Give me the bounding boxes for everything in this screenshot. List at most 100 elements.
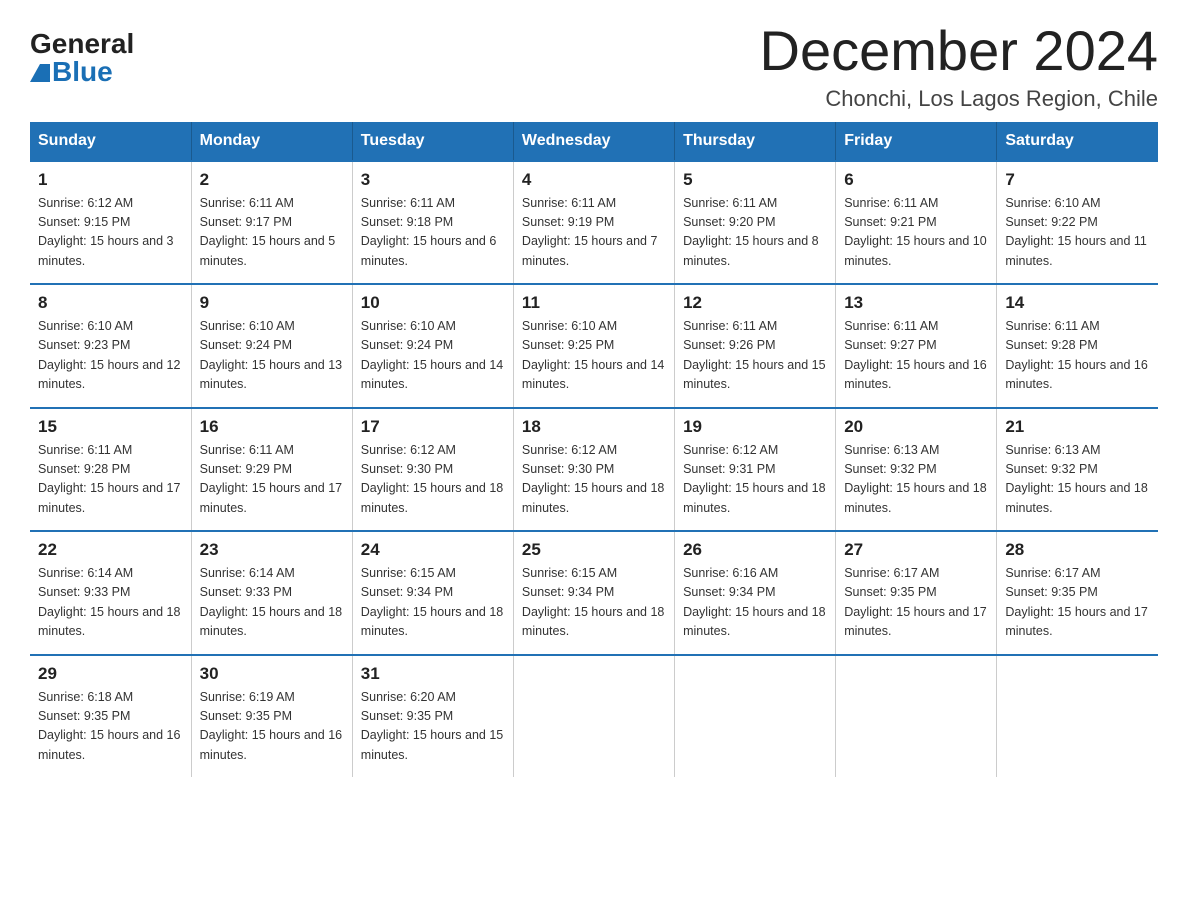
day-info: Sunrise: 6:11 AMSunset: 9:21 PMDaylight:… — [844, 194, 988, 272]
day-cell: 7Sunrise: 6:10 AMSunset: 9:22 PMDaylight… — [997, 161, 1158, 285]
day-info: Sunrise: 6:10 AMSunset: 9:24 PMDaylight:… — [200, 317, 344, 395]
day-cell: 5Sunrise: 6:11 AMSunset: 9:20 PMDaylight… — [675, 161, 836, 285]
day-cell: 20 Sunrise: 6:13 AMSunset: 9:32 PMDayligh… — [836, 408, 997, 532]
day-cell: 3Sunrise: 6:11 AMSunset: 9:18 PMDaylight… — [352, 161, 513, 285]
page-title: December 2024 — [760, 20, 1158, 82]
header-cell-saturday: Saturday — [997, 122, 1158, 161]
day-info: Sunrise: 6:15 AMSunset: 9:34 PMDaylight:… — [361, 564, 505, 642]
logo-triangle-icon — [30, 64, 50, 82]
day-number: 16 — [200, 417, 344, 437]
header-cell-tuesday: Tuesday — [352, 122, 513, 161]
day-cell: 21 Sunrise: 6:13 AMSunset: 9:32 PMDayligh… — [997, 408, 1158, 532]
calendar-table: SundayMondayTuesdayWednesdayThursdayFrid… — [30, 122, 1158, 778]
day-info: Sunrise: 6:20 AMSunset: 9:35 PMDaylight:… — [361, 688, 505, 766]
day-info: Sunrise: 6:13 AMSunset: 9:32 PMDaylight:… — [844, 441, 988, 519]
day-cell: 4Sunrise: 6:11 AMSunset: 9:19 PMDaylight… — [513, 161, 674, 285]
day-number: 7 — [1005, 170, 1150, 190]
header-cell-thursday: Thursday — [675, 122, 836, 161]
day-number: 29 — [38, 664, 183, 684]
day-cell: 2 Sunrise: 6:11 AMSunset: 9:17 PMDaylight… — [191, 161, 352, 285]
week-row-4: 22 Sunrise: 6:14 AMSunset: 9:33 PMDayligh… — [30, 531, 1158, 655]
title-area: December 2024 Chonchi, Los Lagos Region,… — [760, 20, 1158, 112]
day-number: 25 — [522, 540, 666, 560]
day-cell: 17Sunrise: 6:12 AMSunset: 9:30 PMDayligh… — [352, 408, 513, 532]
week-row-3: 15 Sunrise: 6:11 AMSunset: 9:28 PMDayligh… — [30, 408, 1158, 532]
day-number: 19 — [683, 417, 827, 437]
day-info: Sunrise: 6:10 AMSunset: 9:23 PMDaylight:… — [38, 317, 183, 395]
day-number: 22 — [38, 540, 183, 560]
header-cell-monday: Monday — [191, 122, 352, 161]
page-subtitle: Chonchi, Los Lagos Region, Chile — [760, 86, 1158, 112]
day-info: Sunrise: 6:10 AMSunset: 9:25 PMDaylight:… — [522, 317, 666, 395]
day-cell: 19 Sunrise: 6:12 AMSunset: 9:31 PMDayligh… — [675, 408, 836, 532]
header-cell-sunday: Sunday — [30, 122, 191, 161]
day-number: 2 — [200, 170, 344, 190]
day-number: 30 — [200, 664, 344, 684]
header: General Blue December 2024 Chonchi, Los … — [30, 20, 1158, 112]
day-number: 1 — [38, 170, 183, 190]
day-info: Sunrise: 6:15 AMSunset: 9:34 PMDaylight:… — [522, 564, 666, 642]
day-info: Sunrise: 6:11 AMSunset: 9:28 PMDaylight:… — [1005, 317, 1150, 395]
day-cell — [997, 655, 1158, 778]
day-cell: 8 Sunrise: 6:10 AMSunset: 9:23 PMDaylight… — [30, 284, 191, 408]
day-cell: 13 Sunrise: 6:11 AMSunset: 9:27 PMDayligh… — [836, 284, 997, 408]
day-number: 9 — [200, 293, 344, 313]
day-info: Sunrise: 6:11 AMSunset: 9:17 PMDaylight:… — [200, 194, 344, 272]
day-info: Sunrise: 6:12 AMSunset: 9:30 PMDaylight:… — [522, 441, 666, 519]
day-number: 18 — [522, 417, 666, 437]
day-number: 24 — [361, 540, 505, 560]
day-info: Sunrise: 6:12 AMSunset: 9:15 PMDaylight:… — [38, 194, 183, 272]
day-info: Sunrise: 6:11 AMSunset: 9:18 PMDaylight:… — [361, 194, 505, 272]
day-info: Sunrise: 6:17 AMSunset: 9:35 PMDaylight:… — [1005, 564, 1150, 642]
day-cell: 12 Sunrise: 6:11 AMSunset: 9:26 PMDayligh… — [675, 284, 836, 408]
day-info: Sunrise: 6:17 AMSunset: 9:35 PMDaylight:… — [844, 564, 988, 642]
day-number: 12 — [683, 293, 827, 313]
day-cell: 9 Sunrise: 6:10 AMSunset: 9:24 PMDaylight… — [191, 284, 352, 408]
day-number: 28 — [1005, 540, 1150, 560]
day-info: Sunrise: 6:19 AMSunset: 9:35 PMDaylight:… — [200, 688, 344, 766]
day-cell: 24 Sunrise: 6:15 AMSunset: 9:34 PMDayligh… — [352, 531, 513, 655]
day-cell: 14 Sunrise: 6:11 AMSunset: 9:28 PMDayligh… — [997, 284, 1158, 408]
day-number: 23 — [200, 540, 344, 560]
day-cell: 31 Sunrise: 6:20 AMSunset: 9:35 PMDayligh… — [352, 655, 513, 778]
day-info: Sunrise: 6:11 AMSunset: 9:26 PMDaylight:… — [683, 317, 827, 395]
day-info: Sunrise: 6:10 AMSunset: 9:24 PMDaylight:… — [361, 317, 505, 395]
day-number: 5 — [683, 170, 827, 190]
day-cell: 1 Sunrise: 6:12 AMSunset: 9:15 PMDaylight… — [30, 161, 191, 285]
day-number: 10 — [361, 293, 505, 313]
day-number: 20 — [844, 417, 988, 437]
day-cell: 11Sunrise: 6:10 AMSunset: 9:25 PMDayligh… — [513, 284, 674, 408]
day-number: 27 — [844, 540, 988, 560]
logo-general-text: General — [30, 30, 134, 58]
header-cell-friday: Friday — [836, 122, 997, 161]
day-cell: 28 Sunrise: 6:17 AMSunset: 9:35 PMDayligh… — [997, 531, 1158, 655]
day-cell: 15 Sunrise: 6:11 AMSunset: 9:28 PMDayligh… — [30, 408, 191, 532]
day-cell: 29 Sunrise: 6:18 AMSunset: 9:35 PMDayligh… — [30, 655, 191, 778]
day-info: Sunrise: 6:14 AMSunset: 9:33 PMDaylight:… — [200, 564, 344, 642]
day-info: Sunrise: 6:11 AMSunset: 9:28 PMDaylight:… — [38, 441, 183, 519]
day-info: Sunrise: 6:16 AMSunset: 9:34 PMDaylight:… — [683, 564, 827, 642]
day-number: 31 — [361, 664, 505, 684]
day-info: Sunrise: 6:14 AMSunset: 9:33 PMDaylight:… — [38, 564, 183, 642]
header-row: SundayMondayTuesdayWednesdayThursdayFrid… — [30, 122, 1158, 161]
day-info: Sunrise: 6:12 AMSunset: 9:31 PMDaylight:… — [683, 441, 827, 519]
day-cell: 22 Sunrise: 6:14 AMSunset: 9:33 PMDayligh… — [30, 531, 191, 655]
day-number: 14 — [1005, 293, 1150, 313]
day-info: Sunrise: 6:13 AMSunset: 9:32 PMDaylight:… — [1005, 441, 1150, 519]
day-cell: 18 Sunrise: 6:12 AMSunset: 9:30 PMDayligh… — [513, 408, 674, 532]
day-cell: 30 Sunrise: 6:19 AMSunset: 9:35 PMDayligh… — [191, 655, 352, 778]
day-cell — [836, 655, 997, 778]
day-number: 15 — [38, 417, 183, 437]
day-info: Sunrise: 6:18 AMSunset: 9:35 PMDaylight:… — [38, 688, 183, 766]
week-row-2: 8 Sunrise: 6:10 AMSunset: 9:23 PMDaylight… — [30, 284, 1158, 408]
logo-blue-text: Blue — [30, 58, 113, 86]
week-row-5: 29 Sunrise: 6:18 AMSunset: 9:35 PMDayligh… — [30, 655, 1158, 778]
day-number: 21 — [1005, 417, 1150, 437]
day-number: 17 — [361, 417, 505, 437]
day-number: 13 — [844, 293, 988, 313]
day-number: 6 — [844, 170, 988, 190]
logo: General Blue — [30, 20, 134, 86]
day-info: Sunrise: 6:11 AMSunset: 9:27 PMDaylight:… — [844, 317, 988, 395]
day-number: 8 — [38, 293, 183, 313]
day-cell: 26Sunrise: 6:16 AMSunset: 9:34 PMDayligh… — [675, 531, 836, 655]
